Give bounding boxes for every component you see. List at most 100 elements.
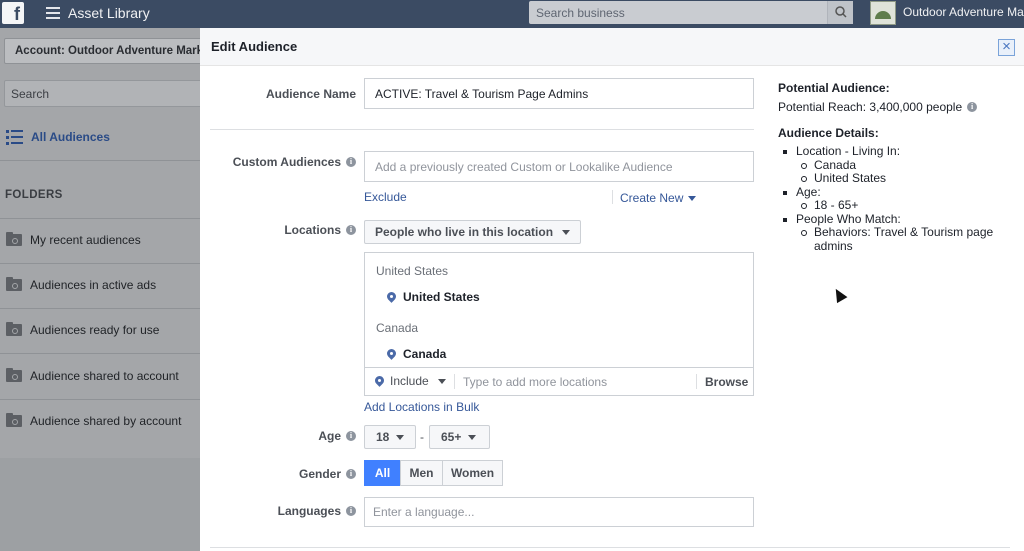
detail-item: People Who Match: Behaviors: Travel & To…: [778, 212, 1008, 254]
age-min-dropdown[interactable]: 18: [364, 425, 416, 449]
detail-subitem: 18 - 65+: [796, 198, 1008, 213]
create-new-dropdown[interactable]: Create New: [620, 191, 697, 205]
divider: [0, 353, 200, 354]
folder-icon: [6, 413, 22, 427]
dialog-title: Edit Audience: [211, 39, 298, 54]
folder-label: My recent audiences: [30, 233, 141, 247]
detail-subitem: Behaviors: Travel & Tourism page admins: [796, 225, 1008, 253]
chevron-down-icon: [562, 229, 571, 235]
custom-audiences-input[interactable]: Add a previously created Custom or Looka…: [364, 151, 754, 182]
folder-item[interactable]: My recent audiences: [6, 228, 141, 252]
age-separator: -: [420, 430, 424, 444]
folder-label: Audiences ready for use: [30, 323, 160, 337]
info-icon[interactable]: i: [346, 225, 356, 235]
map-pin-icon: [387, 292, 396, 303]
gender-label: Gender i: [299, 467, 356, 481]
info-icon[interactable]: i: [346, 506, 356, 516]
sidebar-search: [4, 80, 202, 107]
divider: [210, 547, 1010, 548]
dialog-header: Edit Audience ×: [200, 28, 1024, 66]
divider: [0, 160, 200, 161]
folders-heading: FOLDERS: [5, 189, 63, 201]
folder-icon: [6, 368, 22, 382]
potential-reach: Potential Reach: 3,400,000 people i: [778, 100, 1008, 114]
detail-item: Location - Living In: Canada United Stat…: [778, 144, 1008, 186]
location-group-heading: United States: [376, 264, 449, 278]
folder-item[interactable]: Audience shared by account: [6, 409, 181, 433]
business-name[interactable]: Outdoor Adventure Marketing: [903, 5, 1024, 19]
folder-icon: [6, 232, 22, 246]
gender-men-button[interactable]: Men: [400, 460, 443, 486]
edit-audience-dialog: Edit Audience × Audience Name ACTIVE: Tr…: [200, 28, 1024, 551]
gender-all-button[interactable]: All: [364, 460, 401, 486]
top-bar: f Asset Library Outdoor Adventure Market…: [0, 0, 1024, 28]
locations-label: Locations i: [284, 223, 356, 237]
audience-summary: Potential Audience: Potential Reach: 3,4…: [778, 81, 1008, 253]
potential-audience-heading: Potential Audience:: [778, 81, 890, 95]
map-pin-icon: [387, 349, 396, 360]
location-group-heading: Canada: [376, 321, 419, 335]
location-item[interactable]: Canada: [387, 347, 446, 361]
languages-input[interactable]: Enter a language...: [364, 497, 754, 527]
folder-icon: [6, 277, 22, 291]
location-type-dropdown[interactable]: People who live in this location: [364, 220, 582, 244]
detail-subitem: United States: [796, 171, 1008, 186]
folder-item[interactable]: Audiences ready for use: [6, 318, 159, 342]
list-icon: [6, 129, 23, 145]
menu-icon[interactable]: [46, 7, 60, 19]
audience-details-heading: Audience Details:: [778, 126, 879, 140]
all-audiences-link[interactable]: All Audiences: [6, 126, 110, 148]
chevron-down-icon: [396, 434, 405, 440]
business-avatar[interactable]: [870, 1, 896, 25]
divider: [0, 218, 200, 219]
custom-audiences-label: Custom Audiences i: [233, 155, 356, 169]
gender-selector: All Men Women: [364, 460, 503, 486]
sidebar-footer: [0, 458, 200, 551]
facebook-logo[interactable]: f: [2, 2, 24, 24]
divider: [0, 308, 200, 309]
info-icon[interactable]: i: [346, 431, 356, 441]
detail-item: Age: 18 - 65+: [778, 185, 1008, 213]
sidebar: Account: Outdoor Adventure Marketing All…: [0, 28, 214, 551]
map-pin-icon: [375, 376, 384, 387]
all-audiences-label: All Audiences: [31, 130, 110, 144]
account-selector[interactable]: Account: Outdoor Adventure Marketing: [4, 38, 214, 64]
include-dropdown[interactable]: Include: [375, 374, 446, 388]
sidebar-search-input[interactable]: [5, 81, 195, 106]
audience-name-input[interactable]: ACTIVE: Travel & Tourism Page Admins: [364, 78, 754, 109]
age-max-dropdown[interactable]: 65+: [429, 425, 490, 449]
close-icon[interactable]: ×: [998, 39, 1015, 56]
location-search-input[interactable]: [463, 372, 693, 392]
locations-list: United States United States Canada Canad…: [364, 252, 754, 396]
exclude-link[interactable]: Exclude: [364, 190, 407, 204]
languages-label: Languages i: [278, 504, 356, 518]
app-title[interactable]: Asset Library: [68, 5, 150, 21]
folder-label: Audience shared by account: [30, 414, 182, 428]
folder-item[interactable]: Audiences in active ads: [6, 273, 156, 297]
divider: [0, 263, 200, 264]
chevron-down-icon: [688, 196, 697, 202]
divider: [0, 399, 200, 400]
folder-label: Audiences in active ads: [30, 278, 157, 292]
gender-women-button[interactable]: Women: [442, 460, 503, 486]
location-add-bar: Include Browse: [365, 367, 753, 395]
info-icon[interactable]: i: [967, 102, 978, 112]
info-icon[interactable]: i: [346, 157, 356, 167]
browse-button[interactable]: Browse: [705, 375, 748, 389]
search-icon[interactable]: [827, 1, 853, 24]
folder-label: Audience shared to account: [30, 369, 179, 383]
chevron-down-icon: [437, 378, 446, 384]
location-item[interactable]: United States: [387, 290, 480, 304]
folder-item[interactable]: Audience shared to account: [6, 364, 179, 388]
chevron-down-icon: [468, 434, 477, 440]
info-icon[interactable]: i: [346, 469, 356, 479]
add-locations-bulk-link[interactable]: Add Locations in Bulk: [364, 400, 479, 414]
detail-subitem: Canada: [796, 158, 1008, 173]
age-label: Age i: [318, 429, 356, 443]
business-search: [529, 1, 853, 24]
audience-details-list: Location - Living In: Canada United Stat…: [778, 144, 1008, 254]
divider: [210, 129, 754, 130]
business-search-input[interactable]: [529, 1, 825, 24]
folder-icon: [6, 322, 22, 336]
divider: [612, 190, 613, 204]
